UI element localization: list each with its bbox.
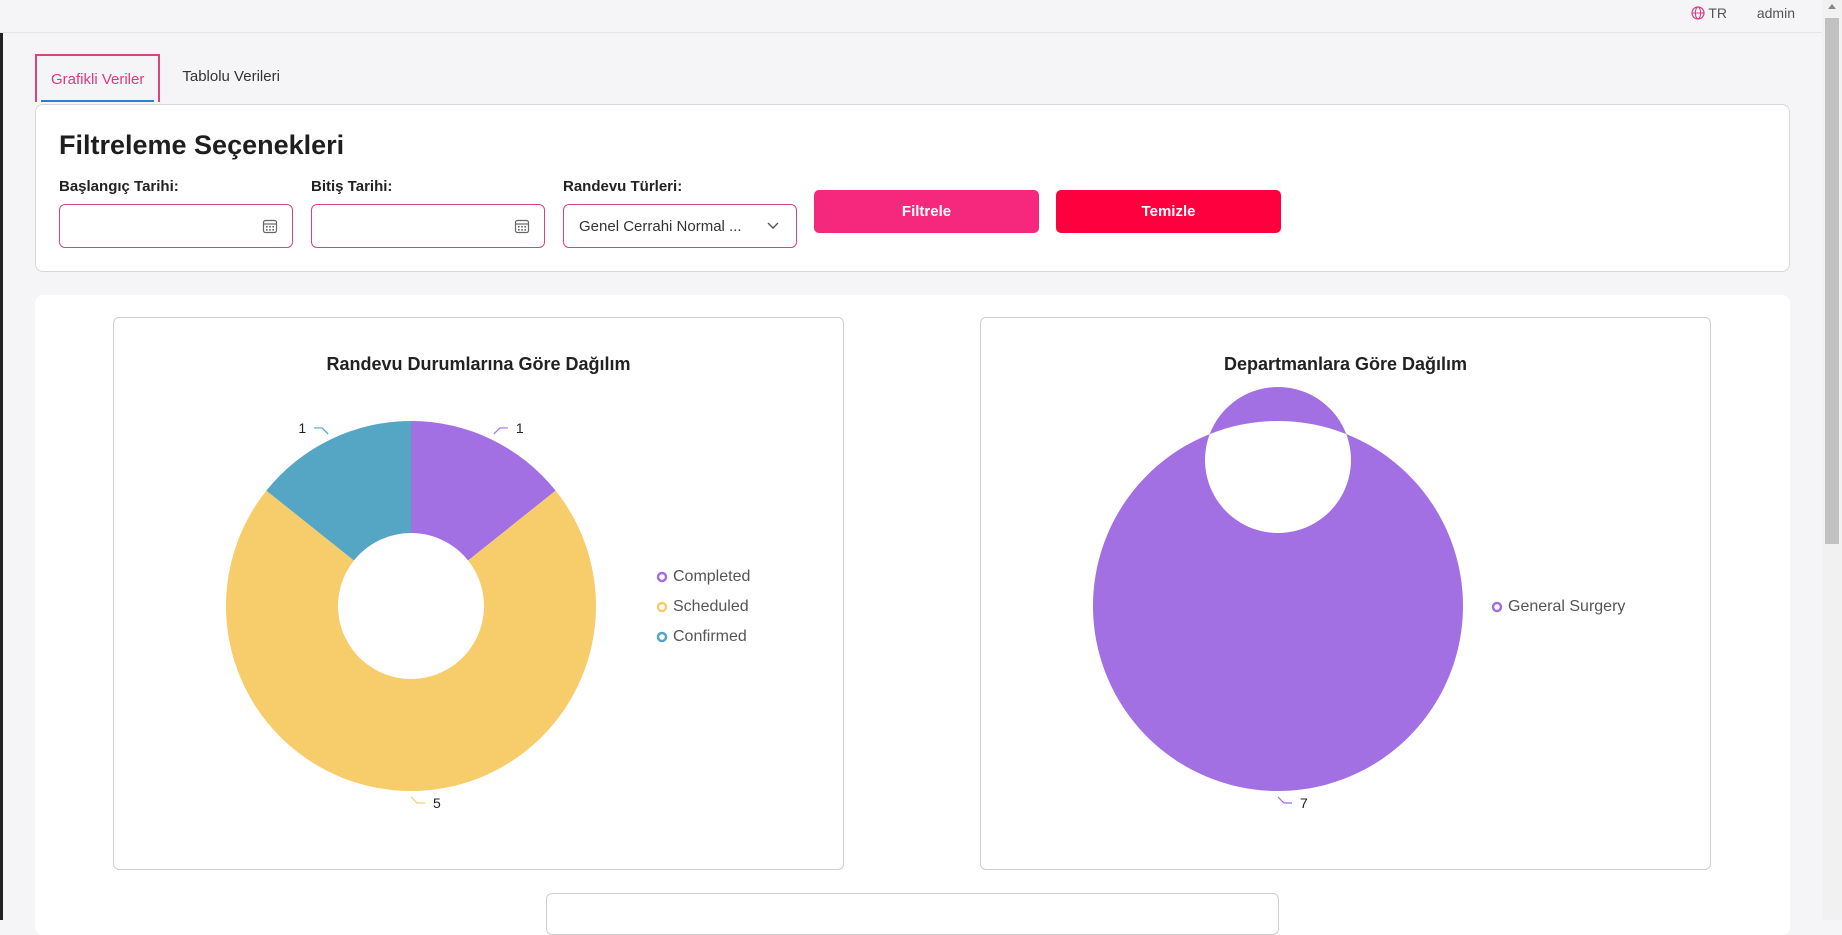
start-date-input[interactable] [59,204,293,248]
legend-label: Scheduled [673,598,749,615]
slice-value-label: 1 [516,420,524,436]
window-edge [0,0,3,920]
legend-item[interactable]: Completed [656,562,750,592]
globe-icon [1691,6,1705,20]
legend-item[interactable]: General Surgery [1491,592,1625,622]
start-date-label: Başlangıç Tarihi: [59,178,179,195]
end-date-label: Bitiş Tarihi: [311,178,393,195]
language-label: TR [1708,5,1727,21]
language-switcher[interactable]: TR [1691,5,1727,21]
status-chart-card: Randevu Durumlarına Göre Dağılım 151 Com… [113,317,844,870]
tab-table-data[interactable]: Tablolu Verileri [160,54,294,102]
filter-title: Filtreleme Seçenekleri [59,130,345,160]
legend-item[interactable]: Confirmed [656,622,750,652]
calendar-icon[interactable] [262,218,278,234]
legend-label: Confirmed [673,628,747,645]
legend-ring-icon [656,601,668,613]
scroll-up-arrow-icon[interactable] [1828,4,1836,9]
department-chart-card: Departmanlara Göre Dağılım 7 General Sur… [980,317,1711,870]
tab-graphic-data[interactable]: Grafikli Veriler [35,54,161,102]
chart-legend: General Surgery [1491,592,1625,622]
label-leader-line [410,796,425,804]
tab-bar: Grafikli Veriler Tablolu Verileri [35,54,294,102]
chevron-down-icon [767,222,779,229]
scroll-thumb[interactable] [1825,18,1839,544]
scrollbar[interactable] [1822,0,1842,920]
clear-button[interactable]: Temizle [1056,190,1281,233]
slice-value-label: 5 [433,795,441,811]
user-menu[interactable]: admin [1757,5,1795,21]
appointment-type-value: Genel Cerrahi Normal ... [579,218,742,235]
legend-label: General Surgery [1508,598,1626,615]
legend-label: Completed [673,568,751,585]
top-bar: TR admin [0,0,1822,33]
legend-ring-icon [656,631,668,643]
donut-slice-scheduled[interactable] [225,490,596,792]
slice-value-label: 1 [298,420,306,436]
end-date-input[interactable] [311,204,545,248]
chart-legend: Completed Scheduled Confirmed [656,562,750,652]
label-leader-line [493,427,508,435]
label-leader-line [1277,796,1292,804]
appointment-type-select[interactable]: Genel Cerrahi Normal ... [563,204,797,248]
legend-item[interactable]: Scheduled [656,592,750,622]
legend-ring-icon [1491,601,1503,613]
chart-card-partial [546,893,1279,935]
slice-value-label: 7 [1300,795,1308,811]
donut-slice-general-surgery[interactable] [1092,387,1463,791]
legend-ring-icon [656,571,668,583]
filter-panel: Filtreleme Seçenekleri Başlangıç Tarihi:… [35,104,1790,272]
filter-button[interactable]: Filtrele [814,190,1039,233]
label-leader-line [314,427,329,435]
calendar-icon[interactable] [514,218,530,234]
appointment-type-label: Randevu Türleri: [563,178,683,195]
